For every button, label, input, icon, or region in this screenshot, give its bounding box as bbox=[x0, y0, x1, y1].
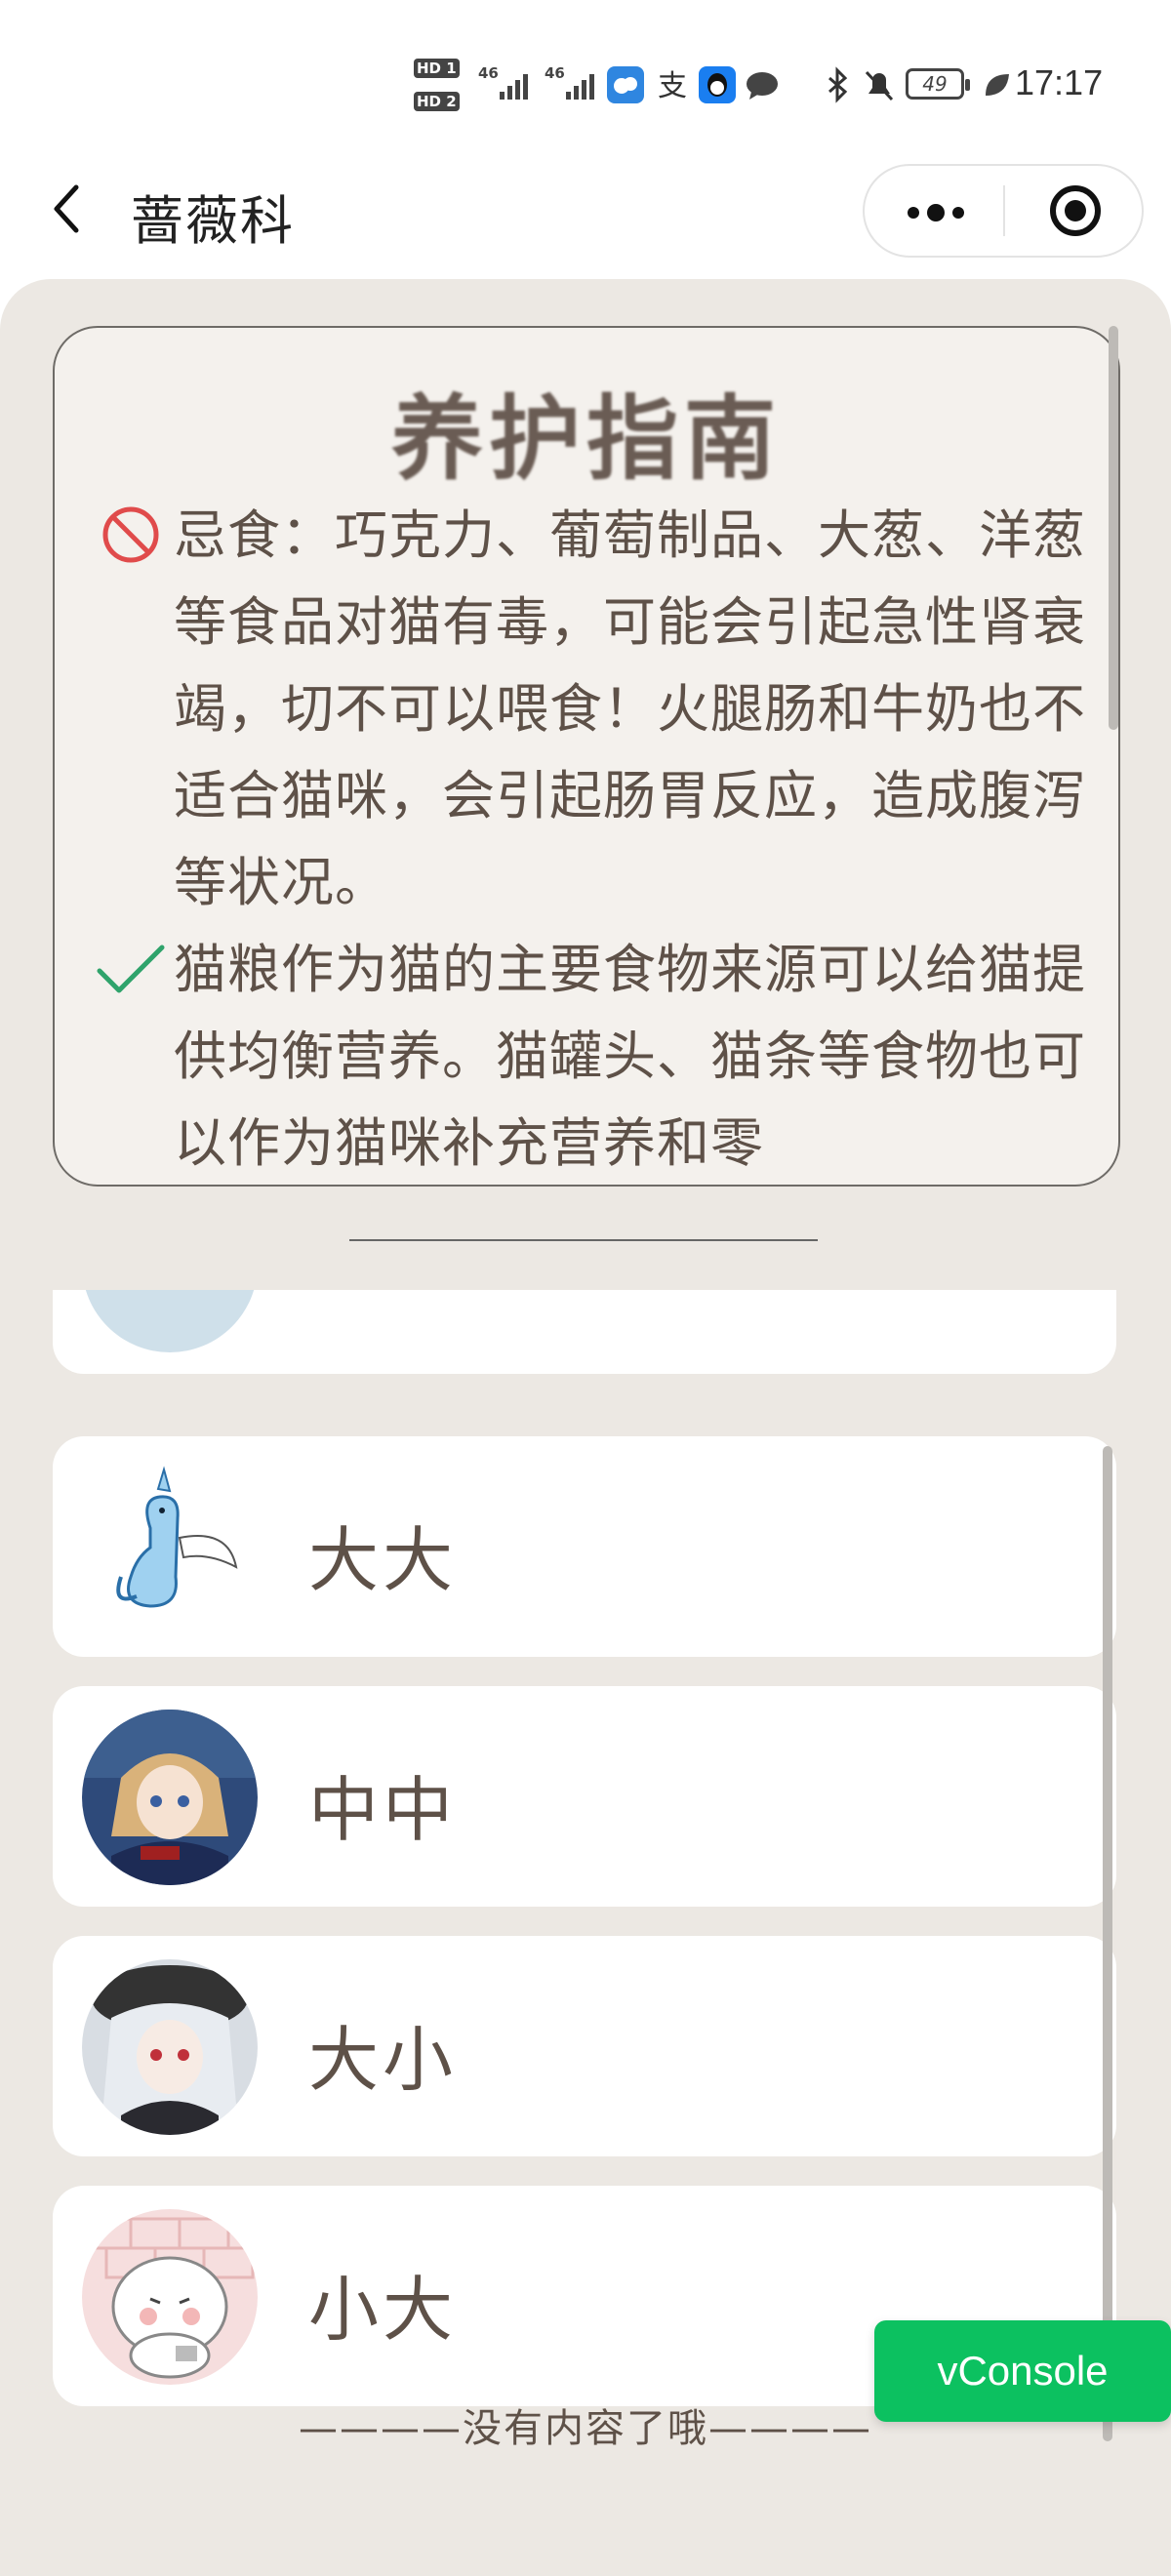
back-arrow-icon[interactable] bbox=[47, 180, 86, 238]
warning-text: 忌食：巧克力、葡萄制品、大葱、洋葱等食品对猫有毒，可能会引起急性肾衰竭，切不可以… bbox=[174, 504, 1086, 913]
page-title: 蔷薇科 bbox=[131, 190, 295, 252]
sim1-badge: HD 1 bbox=[414, 59, 460, 78]
pet-name: 中中 bbox=[308, 1769, 458, 1851]
blue-dragon-avatar bbox=[82, 1460, 258, 1635]
anime-girl-silver-avatar bbox=[82, 1959, 258, 2135]
sim2-badge: HD 2 bbox=[414, 92, 460, 111]
pet-name: 大大 bbox=[308, 1519, 458, 1601]
warning-paragraph: 忌食：巧克力、葡萄制品、大葱、洋葱等食品对猫有毒，可能会引起急性肾衰竭，切不可以… bbox=[102, 492, 1110, 926]
chat-bubble-icon bbox=[744, 66, 781, 103]
list-scrollbar[interactable] bbox=[1103, 1446, 1112, 2441]
capsule-divider bbox=[1003, 185, 1005, 236]
pet-name: 大小 bbox=[308, 2019, 458, 2101]
close-target-icon[interactable] bbox=[1050, 185, 1101, 236]
guide-text: 忌食：巧克力、葡萄制品、大葱、洋葱等食品对猫有毒，可能会引起急性肾衰竭，切不可以… bbox=[97, 492, 1110, 1185]
recommend-paragraph: 猫粮作为猫的主要食物来源可以给猫提供均衡营养。猫罐头、猫条等食物也可以作为猫咪补… bbox=[97, 926, 1110, 1185]
prohibited-icon bbox=[102, 506, 159, 563]
leaf-icon bbox=[978, 66, 1015, 103]
guide-scrollbar[interactable] bbox=[1109, 326, 1118, 730]
status-time: 17:17 bbox=[1015, 62, 1104, 102]
navigation-bar: 蔷薇科 bbox=[0, 156, 1171, 283]
care-guide-panel[interactable]: 养护指南 忌食：巧克力、葡萄制品、大葱、洋葱等食品对猫有毒，可能会引起急性肾衰竭… bbox=[53, 326, 1120, 1187]
pet-name: 小大 bbox=[308, 2269, 458, 2351]
guide-title: 养护指南 bbox=[390, 386, 782, 493]
pet-card[interactable]: 中中 bbox=[53, 1686, 1116, 1907]
anime-girl-blonde-avatar bbox=[82, 1710, 258, 1885]
vconsole-button[interactable]: vConsole bbox=[874, 2320, 1171, 2422]
alipay-icon: 支 bbox=[654, 66, 691, 103]
status-bar: HD 1 HD 2 46 46 支 49 17:17 bbox=[0, 0, 1171, 156]
check-icon bbox=[97, 945, 165, 993]
partial-avatar bbox=[82, 1290, 258, 1352]
separator-line bbox=[349, 1239, 818, 1241]
svg-text:支: 支 bbox=[658, 69, 687, 103]
white-sheep-avatar bbox=[82, 2209, 258, 2385]
network2-label: 46 bbox=[545, 64, 565, 82]
battery-icon: 49 bbox=[906, 68, 970, 100]
qq-icon bbox=[699, 66, 736, 103]
weather-app-icon bbox=[607, 66, 644, 103]
bluetooth-icon bbox=[820, 66, 857, 103]
pet-card[interactable]: 大小 bbox=[53, 1936, 1116, 2156]
more-menu-icon[interactable] bbox=[865, 166, 1003, 256]
pet-card-partial[interactable] bbox=[53, 1290, 1116, 1374]
pet-card[interactable]: 大大 bbox=[53, 1436, 1116, 1657]
signal2-icon bbox=[566, 70, 594, 100]
signal1-icon bbox=[500, 70, 528, 100]
recommend-text: 猫粮作为猫的主要食物来源可以给猫提供均衡营养。猫罐头、猫条等食物也可以作为猫咪补… bbox=[174, 939, 1086, 1174]
main-content: 养护指南 忌食：巧克力、葡萄制品、大葱、洋葱等食品对猫有毒，可能会引起急性肾衰竭… bbox=[0, 279, 1171, 2576]
mute-bell-icon bbox=[861, 66, 898, 103]
mini-program-capsule bbox=[863, 164, 1144, 258]
network1-label: 46 bbox=[478, 64, 499, 82]
